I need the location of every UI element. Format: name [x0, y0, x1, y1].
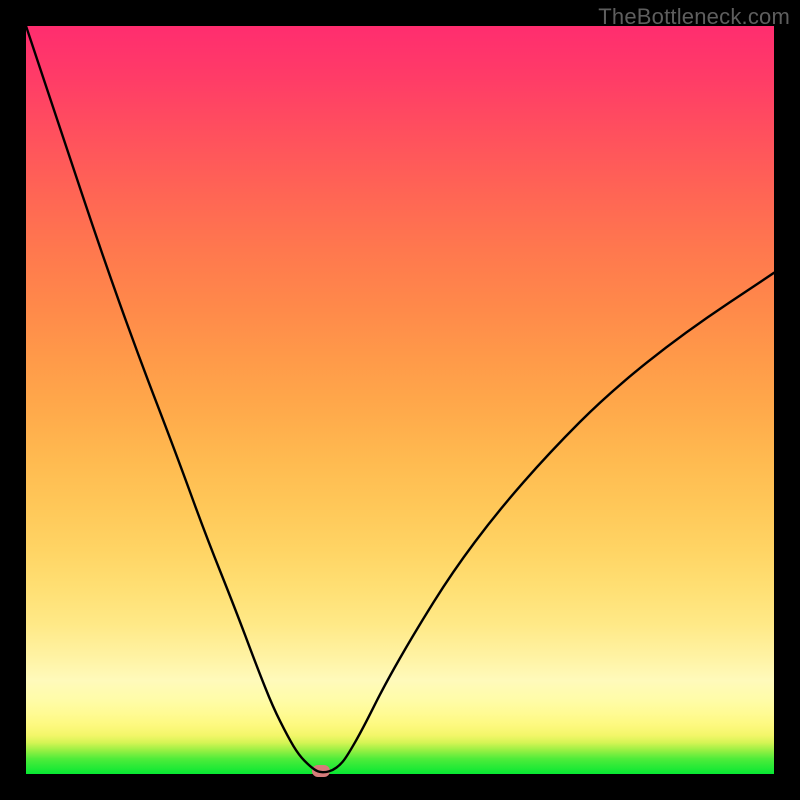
bottleneck-curve — [26, 26, 774, 774]
chart-frame: TheBottleneck.com — [0, 0, 800, 800]
plot-area — [26, 26, 774, 774]
watermark-text: TheBottleneck.com — [598, 4, 790, 30]
curve-path — [26, 26, 774, 772]
